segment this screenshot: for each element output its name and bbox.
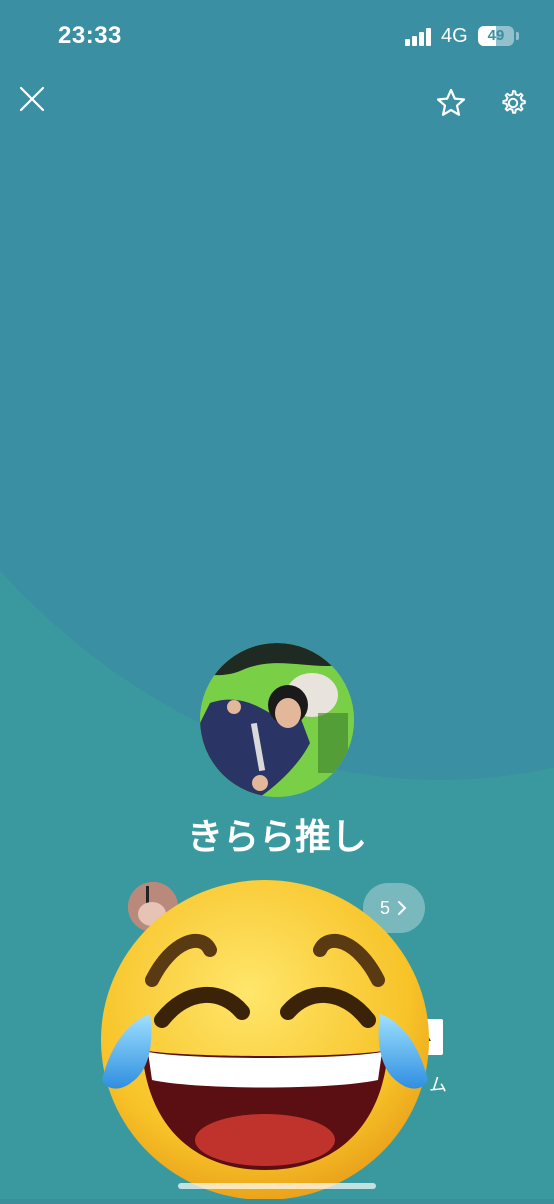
laughing-emoji-overlay	[92, 870, 438, 1200]
gear-icon	[502, 90, 526, 114]
status-time: 23:33	[58, 22, 122, 49]
close-button[interactable]	[12, 79, 52, 119]
signal-icon	[405, 28, 433, 46]
battery-icon: 49	[478, 26, 514, 46]
status-bar: 23:33 4G 49	[0, 0, 554, 70]
battery-percent: 49	[487, 27, 505, 44]
profile-avatar[interactable]	[200, 643, 354, 797]
home-indicator[interactable]	[178, 1183, 376, 1189]
star-icon	[436, 88, 466, 116]
face-with-tears-of-joy-icon	[101, 880, 429, 1200]
close-icon	[19, 86, 45, 112]
profile-name: きらら推し	[186, 816, 367, 857]
settings-button[interactable]	[493, 83, 533, 123]
profile-photo	[200, 643, 354, 797]
favorite-button[interactable]	[431, 83, 471, 123]
network-type: 4G	[441, 25, 468, 47]
